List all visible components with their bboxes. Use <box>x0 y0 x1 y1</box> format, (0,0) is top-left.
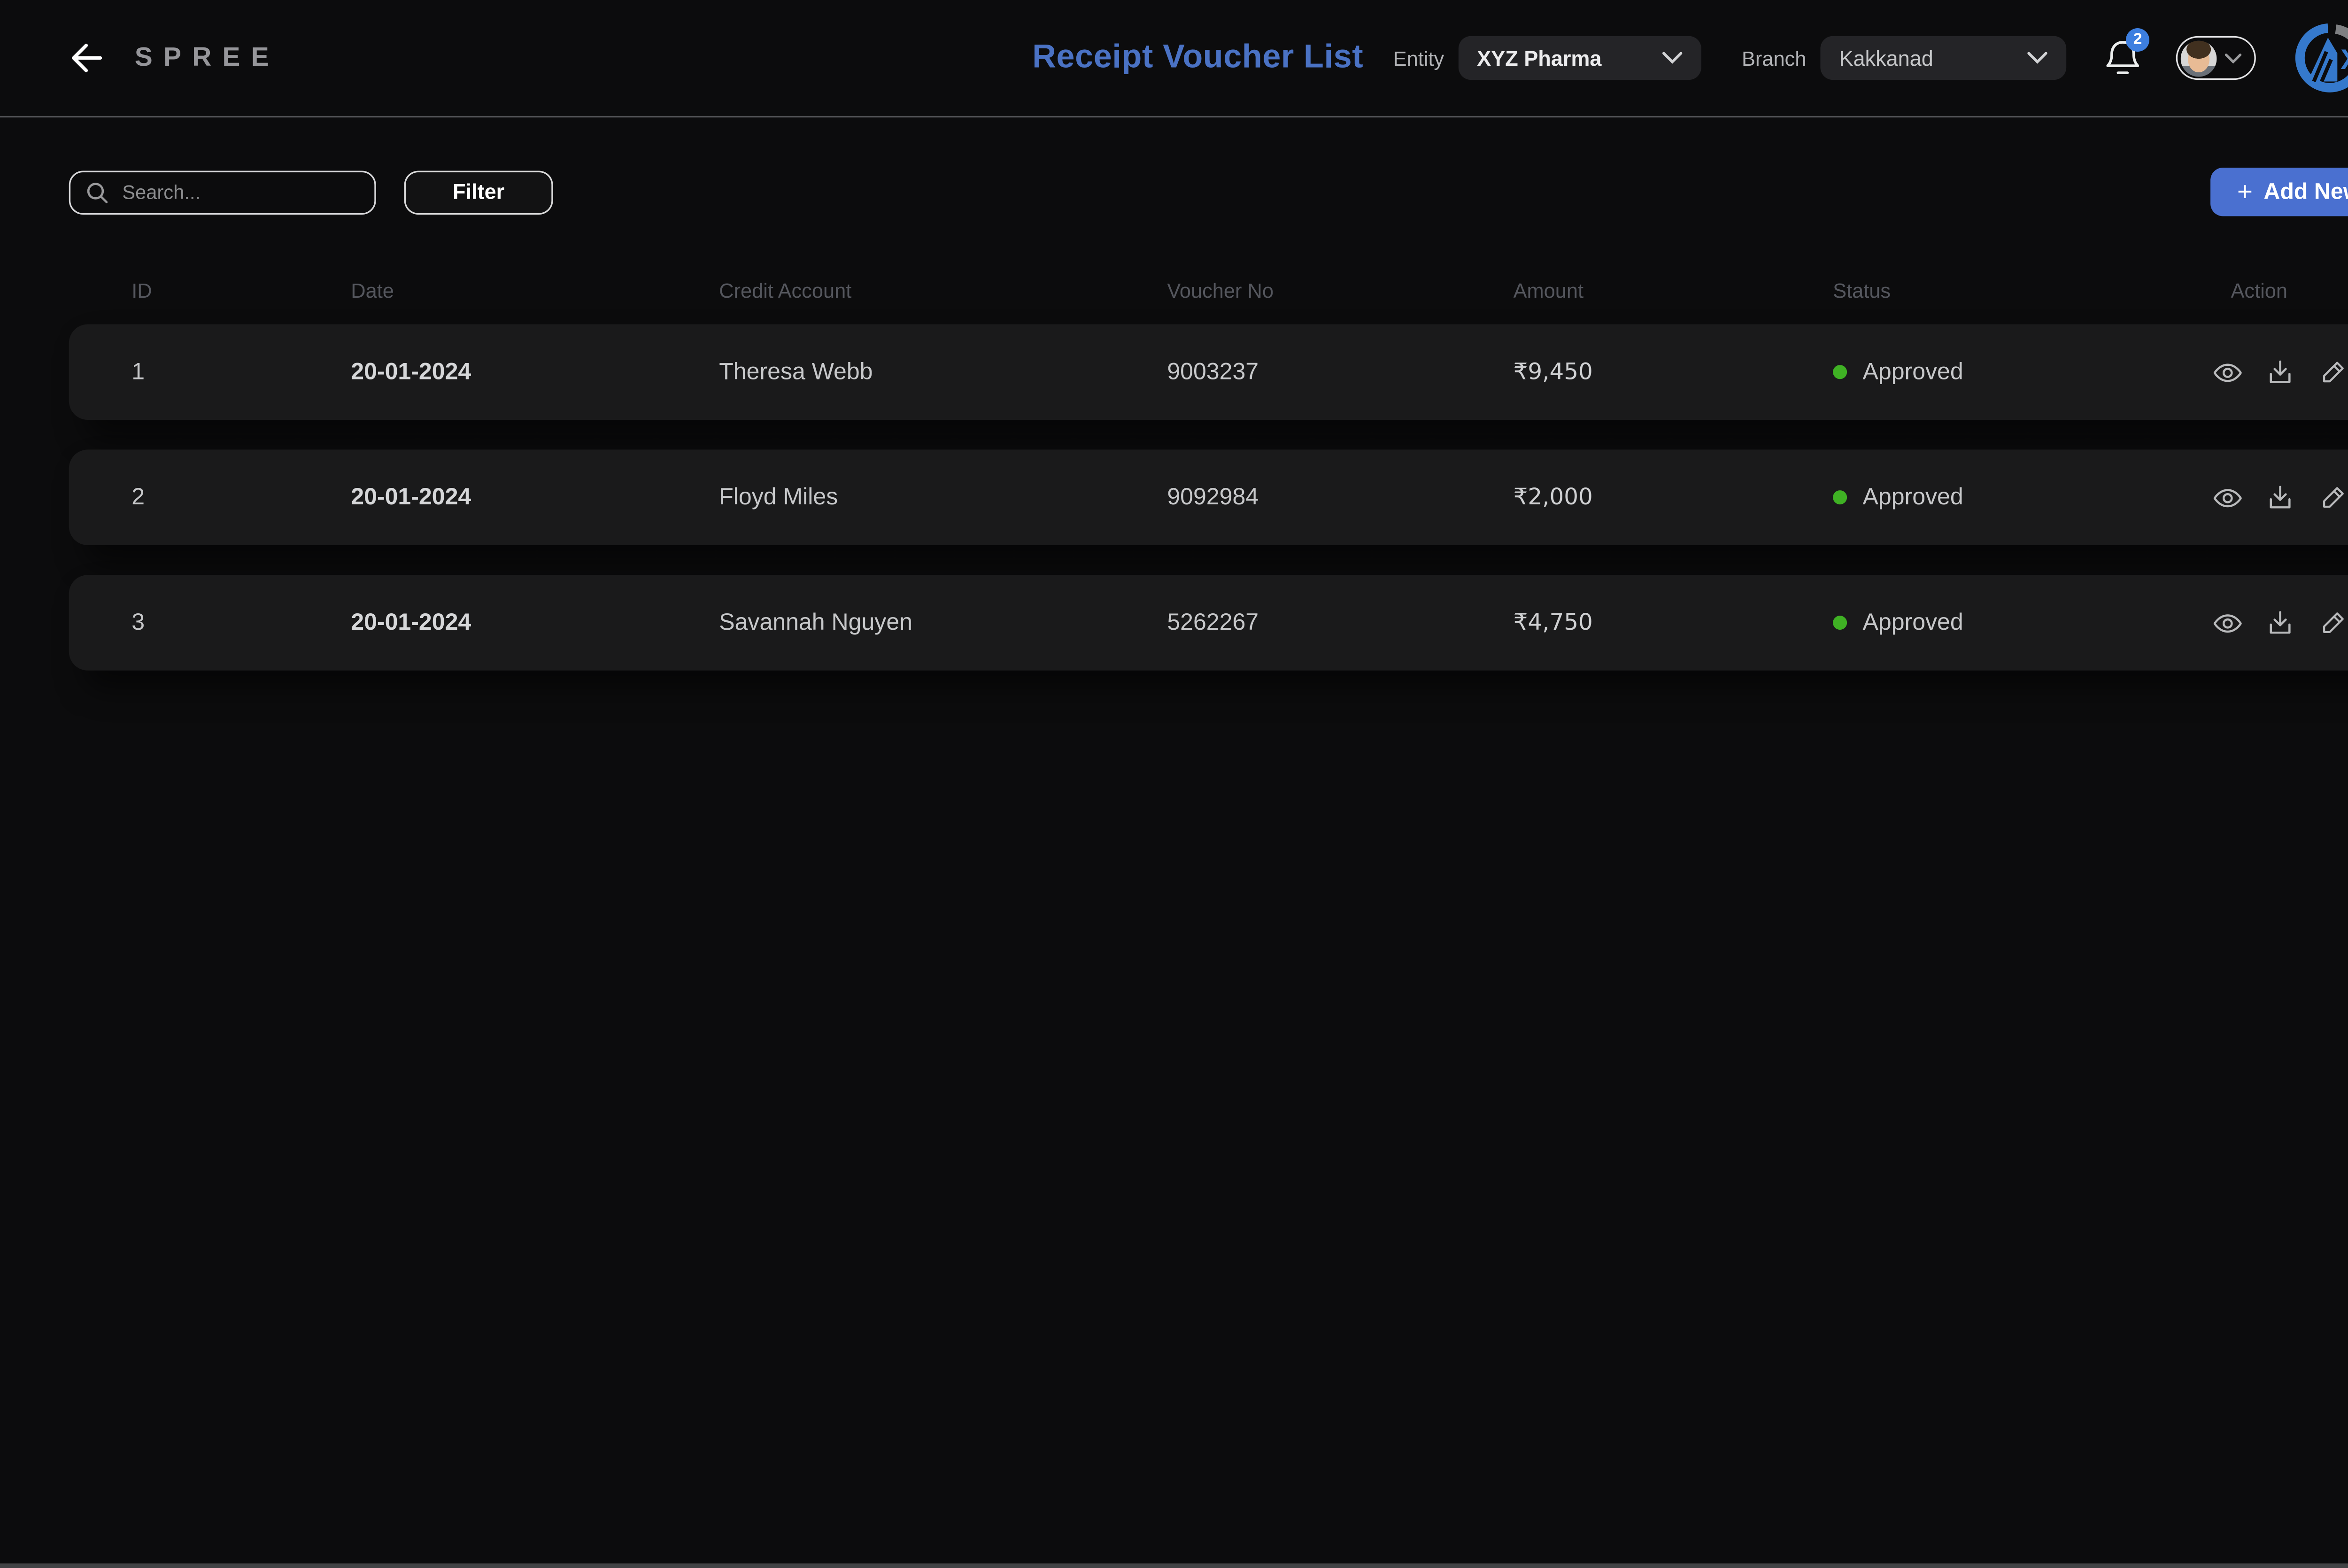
branch-select[interactable]: Kakkanad <box>1820 36 2067 80</box>
download-button[interactable] <box>2265 482 2295 512</box>
cell-date: 20-01-2024 <box>351 358 471 386</box>
download-icon <box>2265 482 2295 512</box>
status-label: Approved <box>1862 609 1963 636</box>
cell-date: 20-01-2024 <box>351 609 471 636</box>
status-badge: Approved <box>1833 359 2212 386</box>
cell-id: 1 <box>131 358 145 386</box>
pencil-icon <box>2318 357 2348 387</box>
logo-gray-arc <box>2335 24 2348 40</box>
column-header-status: Status <box>1833 278 1891 302</box>
table-row[interactable]: 1 20-01-2024 Theresa Webb 9003237 ₹9,450… <box>69 324 2348 420</box>
cell-voucher-no: 5262267 <box>1167 609 1259 636</box>
chevron-down-icon <box>2027 52 2047 64</box>
window-bottom-edge <box>0 1563 2348 1568</box>
main-content: Filter + Add New ID Date Credit Account … <box>0 117 2348 671</box>
entity-select[interactable]: XYZ Pharma <box>1458 36 1701 80</box>
view-button[interactable] <box>2212 357 2241 387</box>
table-header: ID Date Credit Account Voucher No Amount… <box>69 279 2348 302</box>
cell-credit-account: Theresa Webb <box>719 358 873 386</box>
cell-voucher-no: 9003237 <box>1167 358 1259 386</box>
app-window: SPREE Receipt Voucher List Entity XYZ Ph… <box>0 0 2348 1568</box>
status-dot-icon <box>1833 365 1847 379</box>
status-dot-icon <box>1833 490 1847 505</box>
cell-credit-account: Savannah Nguyen <box>719 609 913 636</box>
table-row[interactable]: 3 20-01-2024 Savannah Nguyen 5262267 ₹4,… <box>69 575 2348 671</box>
add-new-label: Add New <box>2263 179 2348 205</box>
cell-date: 20-01-2024 <box>351 484 471 511</box>
filter-button[interactable]: Filter <box>404 170 553 214</box>
cell-id: 3 <box>131 609 145 636</box>
view-button[interactable] <box>2212 482 2241 512</box>
back-button[interactable] <box>66 38 107 78</box>
edit-button[interactable] <box>2318 357 2348 387</box>
cell-amount: ₹4,750 <box>1513 610 1593 635</box>
table-row[interactable]: 2 20-01-2024 Floyd Miles 9092984 ₹2,000 … <box>69 449 2348 545</box>
cell-amount: ₹9,450 <box>1513 359 1593 385</box>
eye-icon <box>2211 482 2243 513</box>
branch-value: Kakkanad <box>1839 46 1933 70</box>
download-icon <box>2265 608 2295 637</box>
column-header-action: Action <box>2231 278 2288 302</box>
edit-button[interactable] <box>2318 482 2348 512</box>
add-new-button[interactable]: + Add New <box>2210 167 2348 216</box>
plus-icon: + <box>2237 177 2253 207</box>
row-actions <box>2212 608 2348 637</box>
entity-label: Entity <box>1393 46 1444 70</box>
chevron-down-icon <box>2224 53 2242 63</box>
page-title: Receipt Voucher List <box>1032 39 1364 76</box>
download-button[interactable] <box>2265 357 2295 387</box>
column-header-date: Date <box>351 278 394 302</box>
avatar <box>2180 40 2217 76</box>
company-logo: XYZ <box>2287 20 2348 95</box>
entity-value: XYZ Pharma <box>1477 46 1602 70</box>
cell-credit-account: Floyd Miles <box>719 484 838 511</box>
notifications-button[interactable]: 2 <box>2104 28 2149 78</box>
arrow-left-icon <box>67 39 105 77</box>
brand-logo-text: SPREE <box>134 42 280 72</box>
toolbar: Filter + Add New <box>69 167 2348 216</box>
eye-icon <box>2211 607 2243 639</box>
branch-label: Branch <box>1741 46 1807 70</box>
user-menu[interactable] <box>2176 36 2256 80</box>
download-button[interactable] <box>2265 608 2295 637</box>
status-dot-icon <box>1833 616 1847 630</box>
cell-amount: ₹2,000 <box>1513 485 1593 510</box>
search-icon <box>86 181 108 203</box>
status-label: Approved <box>1862 484 1963 511</box>
column-header-id: ID <box>131 278 152 302</box>
pencil-icon <box>2318 608 2348 637</box>
status-badge: Approved <box>1833 610 2212 636</box>
column-header-amount: Amount <box>1513 278 1584 302</box>
cell-id: 2 <box>131 484 145 511</box>
table-body: 1 20-01-2024 Theresa Webb 9003237 ₹9,450… <box>69 324 2348 671</box>
notification-badge: 2 <box>2125 28 2149 52</box>
chevron-down-icon <box>1662 52 1682 64</box>
search-input[interactable] <box>119 179 359 205</box>
view-button[interactable] <box>2212 608 2241 637</box>
search-box <box>69 170 376 214</box>
row-actions <box>2212 357 2348 387</box>
row-actions <box>2212 482 2348 512</box>
status-badge: Approved <box>1833 484 2212 511</box>
edit-button[interactable] <box>2318 608 2348 637</box>
app-header: SPREE Receipt Voucher List Entity XYZ Ph… <box>0 0 2348 118</box>
column-header-voucher-no: Voucher No <box>1167 278 1274 302</box>
pencil-icon <box>2318 482 2348 512</box>
cell-voucher-no: 9092984 <box>1167 484 1259 511</box>
logo-text: XYZ <box>2340 44 2348 75</box>
download-icon <box>2265 357 2295 387</box>
status-label: Approved <box>1862 358 1963 386</box>
eye-icon <box>2211 356 2243 388</box>
column-header-credit-account: Credit Account <box>719 278 852 302</box>
